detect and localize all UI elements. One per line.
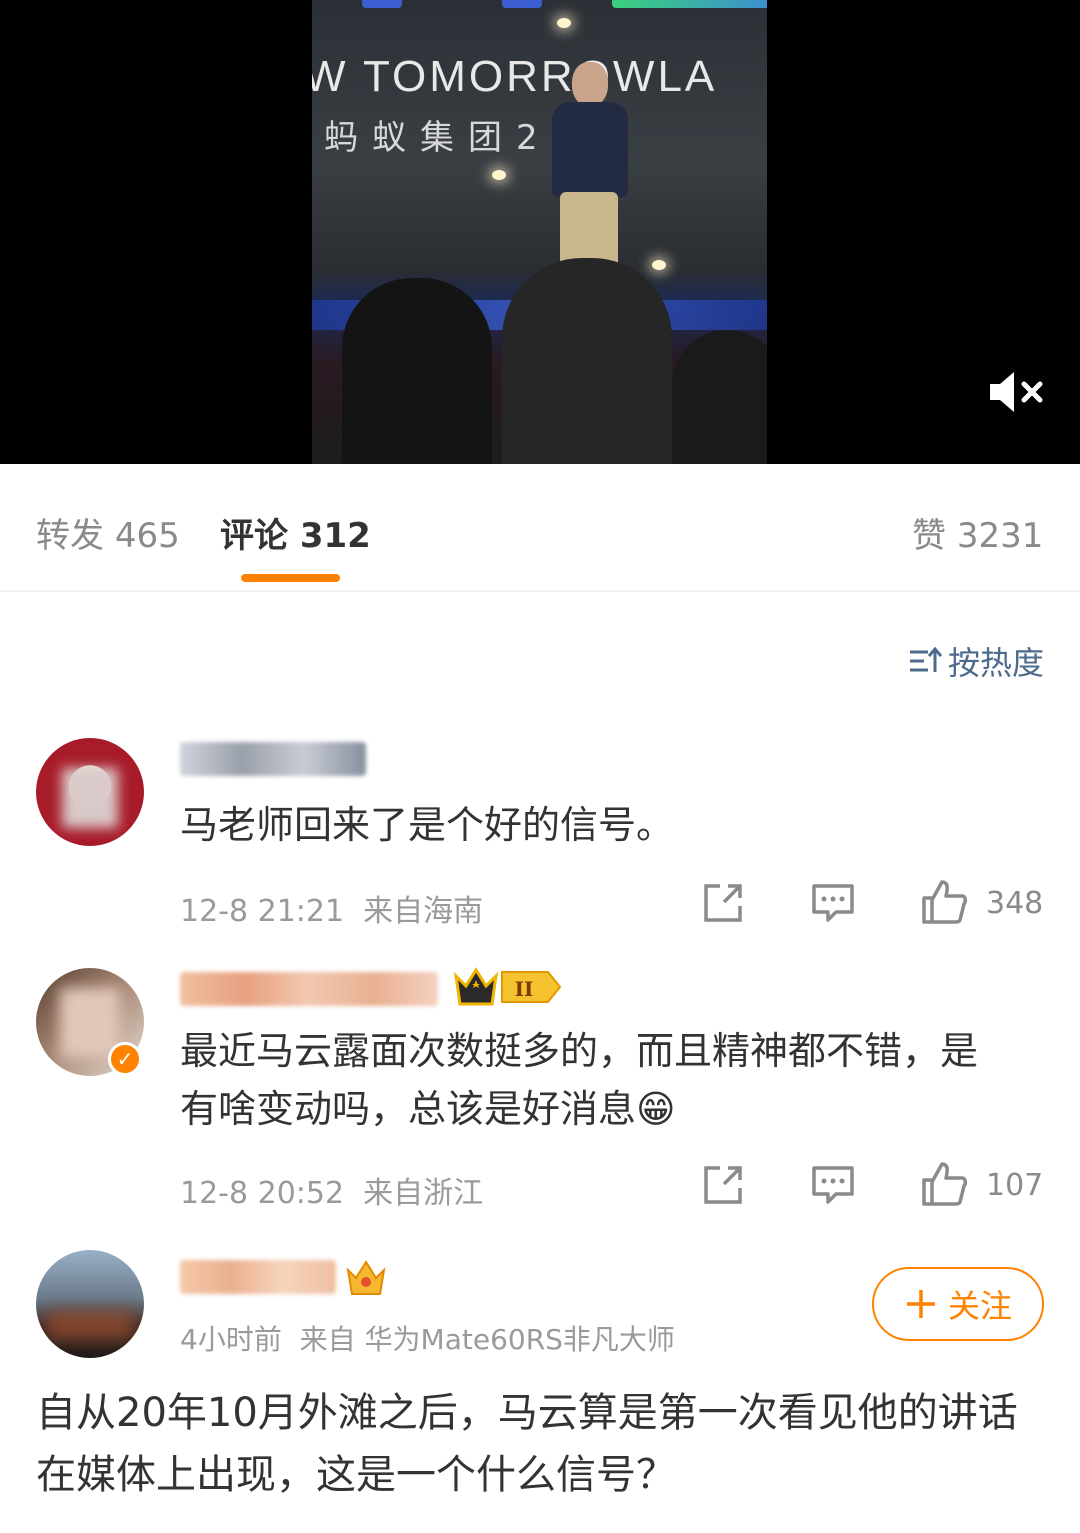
username-blurred[interactable] xyxy=(180,1260,336,1294)
sort-toggle[interactable]: 按热度 xyxy=(908,638,1044,684)
like-count: 348 xyxy=(986,886,1044,921)
crown-badge-icon xyxy=(346,1260,386,1295)
comment-location: 来自浙江 xyxy=(363,1176,484,1211)
tab-likes-label: 赞 xyxy=(912,516,946,556)
audience-head xyxy=(672,330,767,464)
comment-time: 12-8 20:52 xyxy=(180,1176,345,1211)
post-meta: 4小时前 来自 华为Mate60RS非凡大师 xyxy=(180,1318,675,1358)
tab-repost-label: 转发 xyxy=(36,516,104,556)
comment-time: 12-8 21:21 xyxy=(180,894,345,929)
verified-badge-icon: ✓ xyxy=(108,1042,142,1076)
follow-button[interactable]: 关注 xyxy=(872,1267,1044,1341)
stage-light xyxy=(492,170,506,180)
like-icon[interactable] xyxy=(920,878,968,926)
like-icon[interactable] xyxy=(920,1160,968,1208)
comment-text-body: 最近马云露面次数挺多的，而且精神都不错，是有啥变动吗，总该是好消息 xyxy=(180,1029,979,1131)
active-tab-indicator xyxy=(241,574,340,582)
audience-head xyxy=(502,258,672,464)
sort-icon xyxy=(909,646,942,672)
mute-icon[interactable] xyxy=(984,364,1050,420)
tab-likes[interactable]: 赞 3231 xyxy=(912,508,1043,557)
stage-light xyxy=(557,18,571,28)
plus-icon xyxy=(906,1290,935,1318)
tab-comments[interactable]: 评论 312 xyxy=(220,508,371,557)
avatar[interactable] xyxy=(36,738,144,846)
comment-text: 最近马云露面次数挺多的，而且精神都不错，是有啥变动吗，总该是好消息😁 xyxy=(180,1022,1000,1138)
share-icon[interactable] xyxy=(700,880,746,926)
post-time: 4小时前 xyxy=(180,1323,282,1356)
tab-repost[interactable]: 转发 465 xyxy=(36,508,180,557)
tab-likes-count: 3231 xyxy=(956,516,1044,556)
username-blurred[interactable] xyxy=(180,742,366,776)
membership-badge-icon: II xyxy=(453,967,562,1006)
stage-light xyxy=(652,260,666,270)
comment-meta: 12-8 20:52 来自浙江 xyxy=(180,1168,483,1212)
follow-label: 关注 xyxy=(947,1287,1012,1325)
post-text: 自从20年10月外滩之后，马云算是第一次看见他的讲话在媒体上出现，这是一个什么信… xyxy=(36,1390,1018,1498)
tab-comments-label: 评论 xyxy=(220,516,288,556)
comment-icon[interactable] xyxy=(810,1162,856,1208)
sort-label: 按热度 xyxy=(947,644,1044,682)
share-icon[interactable] xyxy=(700,1162,746,1208)
comment-icon[interactable] xyxy=(810,880,856,926)
tab-bar: 转发 465 评论 312 赞 3231 xyxy=(0,464,1080,592)
grin-emoji-icon: 😁 xyxy=(636,1087,676,1131)
username-blurred[interactable] xyxy=(180,972,438,1006)
avatar[interactable] xyxy=(36,1250,144,1358)
comment-meta: 12-8 21:21 来自海南 xyxy=(180,886,483,930)
comment-text: 马老师回来了是个好的信号。 xyxy=(180,803,675,847)
tab-comments-count: 312 xyxy=(299,516,371,556)
video-frame: W TOMORROWLA 蚂蚁集团2 年 xyxy=(312,0,767,464)
video-top-bars xyxy=(352,0,767,8)
audience-head xyxy=(342,278,492,464)
comment-location: 来自海南 xyxy=(363,894,484,929)
stage-banner-text: W TOMORROWLA xyxy=(312,52,718,101)
like-count: 107 xyxy=(986,1168,1044,1203)
post-source: 来自 华为Mate60RS非凡大师 xyxy=(299,1323,675,1356)
video-player[interactable]: W TOMORROWLA 蚂蚁集团2 年 xyxy=(0,0,1080,464)
tab-repost-count: 465 xyxy=(114,516,180,556)
svg-text:II: II xyxy=(515,977,534,1001)
